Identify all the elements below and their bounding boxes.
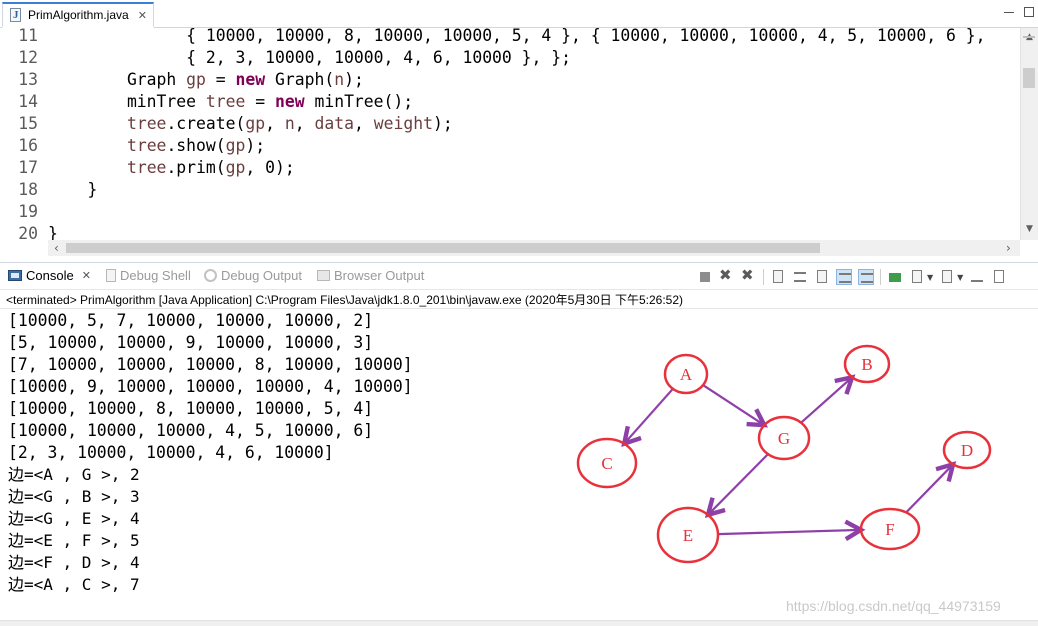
graph-node-label: A: [680, 365, 693, 384]
graph-edge-a-c: [624, 388, 674, 444]
graph-edge-g-e: [708, 453, 769, 515]
watermark: https://blog.csdn.net/qq_44973159: [786, 598, 1001, 614]
graph-node-label: G: [778, 429, 790, 448]
graph-edge-a-g: [702, 384, 764, 425]
graph-node-label: D: [961, 441, 973, 460]
graph-edge-g-b: [800, 377, 852, 424]
graph-node-label: F: [885, 520, 894, 539]
graph-drawing: A B C D E F G: [576, 344, 992, 564]
graph-node-label: B: [861, 355, 872, 374]
graph-node-label: E: [683, 526, 693, 545]
graph-node-label: C: [601, 454, 612, 473]
graph-edge-f-d: [905, 464, 953, 514]
graph-edge-e-f: [717, 530, 861, 534]
